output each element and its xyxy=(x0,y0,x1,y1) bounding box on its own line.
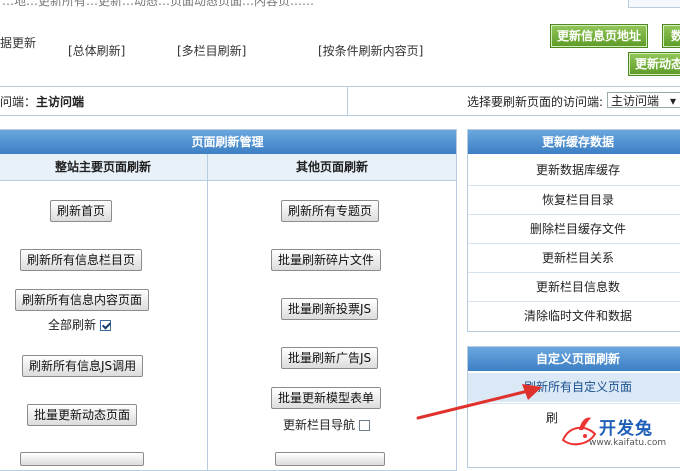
batch-refresh-vote-js-button[interactable]: 批量刷新投票JS xyxy=(281,298,379,320)
custom-page-refresh-title: 自定义页面刷新 xyxy=(468,347,680,371)
column-divider xyxy=(207,180,208,470)
arrow-shaft xyxy=(416,389,530,420)
update-info-url-button[interactable]: 更新信息页地址 xyxy=(550,24,648,48)
refresh-all-topics-button[interactable]: 刷新所有专题页 xyxy=(281,200,380,222)
update-column-count-link[interactable]: 更新栏目信息数 xyxy=(468,272,680,302)
refresh-home-button[interactable]: 刷新首页 xyxy=(50,200,113,222)
red-arrow-annotation xyxy=(416,384,542,420)
access-separator xyxy=(347,87,348,115)
top-menu-text: …地…更新所有…更新…动态…页面动态页面…内容页…… xyxy=(2,0,315,8)
refresh-all-content-pages-button[interactable]: 刷新所有信息内容页面 xyxy=(15,289,150,311)
col2-header: 其他页面刷新 xyxy=(208,154,456,181)
chevron-down-icon: ▾ xyxy=(669,94,676,108)
access-value: 主访问端 xyxy=(36,95,85,109)
update-cache-panel: 更新缓存数据 更新数据库缓存 恢复栏目目录 删除栏目缓存文件 更新栏目关系 更新… xyxy=(467,129,680,332)
batch-update-model-forms-button[interactable]: 批量更新模型表单 xyxy=(271,387,382,409)
batch-refresh-ad-js-button[interactable]: 批量刷新广告JS xyxy=(281,347,379,369)
partial-button-col1[interactable] xyxy=(20,452,144,466)
update-dynamic-button[interactable]: 更新动态 xyxy=(628,52,680,76)
watermark-title: 开发兔 xyxy=(599,419,653,439)
watermark: 开发兔 www.kaifatu.com xyxy=(555,408,680,456)
update-nav-option: 更新栏目导航 xyxy=(283,416,371,433)
access-label: 问端：主访问端 xyxy=(0,95,85,109)
page-refresh-title: 页面刷新管理 xyxy=(0,130,456,154)
update-db-cache-link[interactable]: 更新数据库缓存 xyxy=(468,156,680,185)
full-refresh-option: 全部刷新 xyxy=(48,316,112,333)
update-data-button[interactable]: 数 xyxy=(662,24,680,48)
page-refresh-panel: 页面刷新管理 整站主要页面刷新 其他页面刷新 刷新首页 刷新所有信息栏目页 刷新… xyxy=(0,129,457,471)
nav-link-conditional-refresh[interactable]: [按条件刷新内容页] xyxy=(318,42,423,59)
access-terminal-row: 问端：主访问端 选择要刷新页面的访问端: 主访问端 ▾ xyxy=(0,86,680,116)
nav-partial-label: 据更新 xyxy=(0,36,37,50)
top-right-box xyxy=(628,0,680,8)
update-cache-title: 更新缓存数据 xyxy=(468,130,680,154)
watermark-url: www.kaifatu.com xyxy=(589,438,667,448)
col1-header: 整站主要页面刷新 xyxy=(0,154,208,181)
select-access-label: 选择要刷新页面的访问端: xyxy=(467,95,604,109)
update-nav-checkbox[interactable] xyxy=(359,420,371,431)
nav-link-overall-refresh[interactable]: [总体刷新] xyxy=(68,42,125,59)
update-column-relation-link[interactable]: 更新栏目关系 xyxy=(468,243,680,273)
refresh-js-calls-button[interactable]: 刷新所有信息JS调用 xyxy=(22,355,144,377)
access-terminal-select[interactable]: 主访问端 ▾ xyxy=(607,92,680,108)
restore-column-dir-link[interactable]: 恢复栏目目录 xyxy=(468,185,680,215)
top-menu-strip: …地…更新所有…更新…动态…页面动态页面…内容页…… xyxy=(0,0,680,8)
partial-button-col2[interactable] xyxy=(275,452,385,466)
batch-update-dynamic-pages-button[interactable]: 批量更新动态页面 xyxy=(27,404,138,426)
refresh-all-category-pages-button[interactable]: 刷新所有信息栏目页 xyxy=(20,249,143,271)
batch-refresh-fragments-button[interactable]: 批量刷新碎片文件 xyxy=(271,249,382,271)
arrow-head xyxy=(522,384,542,400)
full-refresh-checkbox[interactable] xyxy=(100,320,112,331)
delete-column-cache-link[interactable]: 删除栏目缓存文件 xyxy=(468,214,680,244)
nav-link-multi-column-refresh[interactable]: [多栏目刷新] xyxy=(177,42,246,59)
clear-temp-files-link[interactable]: 清除临时文件和数据 xyxy=(468,301,680,331)
